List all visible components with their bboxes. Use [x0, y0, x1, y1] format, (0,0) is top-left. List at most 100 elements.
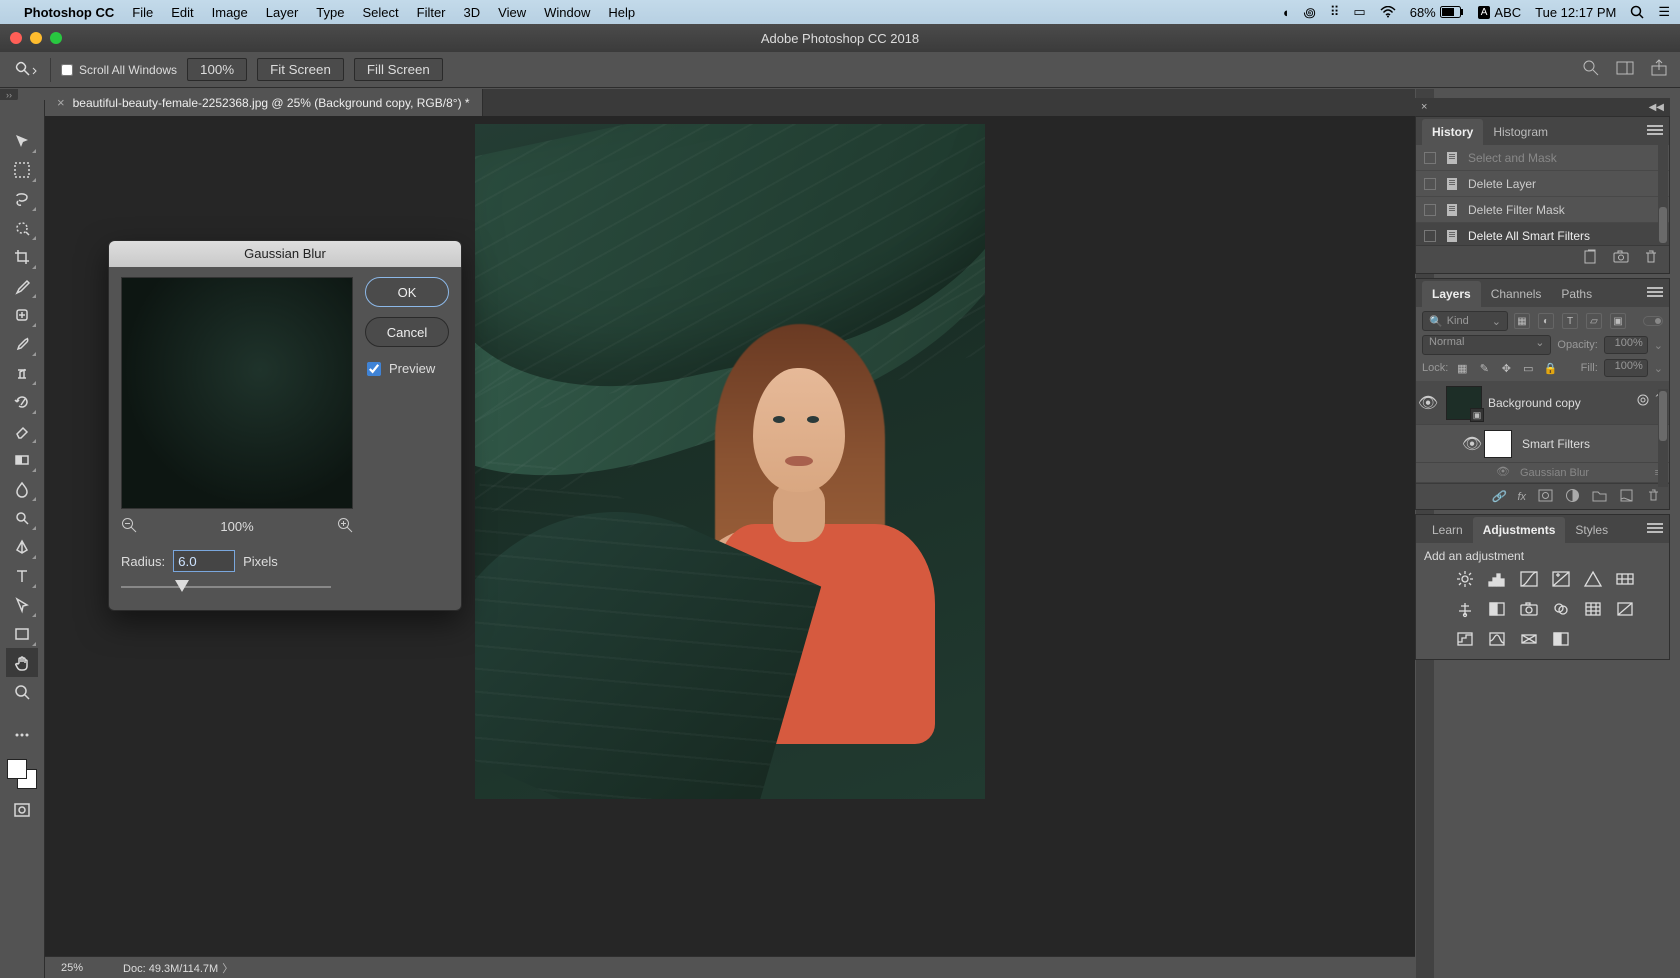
statusbar-wifi-icon[interactable] — [1380, 6, 1396, 18]
adj-invert-icon[interactable] — [1614, 599, 1636, 619]
smart-filter-entry[interactable]: 👁 Gaussian Blur ≡ — [1416, 463, 1669, 483]
dodge-tool[interactable] — [6, 503, 38, 532]
history-item[interactable]: Delete Layer — [1416, 171, 1669, 197]
adj-vibrance-icon[interactable] — [1582, 569, 1604, 589]
adj-hue-icon[interactable] — [1614, 569, 1636, 589]
radius-input[interactable] — [173, 550, 235, 572]
menu-window[interactable]: Window — [544, 5, 590, 20]
adj-threshold-icon[interactable] — [1486, 629, 1508, 649]
history-brush-source-checkbox[interactable] — [1424, 152, 1436, 164]
brush-tool[interactable] — [6, 329, 38, 358]
layer-mask-icon[interactable] — [1538, 488, 1553, 506]
cancel-button[interactable]: Cancel — [365, 317, 449, 347]
lasso-tool[interactable] — [6, 184, 38, 213]
panel-menu-icon[interactable] — [1647, 123, 1663, 135]
delete-layer-icon[interactable] — [1646, 488, 1661, 506]
history-snapshot-icon[interactable] — [1613, 249, 1629, 270]
adj-posterize-icon[interactable] — [1454, 629, 1476, 649]
share-icon[interactable] — [1650, 59, 1668, 80]
new-layer-icon[interactable] — [1619, 488, 1634, 506]
filter-smart-icon[interactable]: ▣ — [1610, 313, 1626, 329]
document-tab-close-icon[interactable]: × — [57, 95, 65, 110]
healing-brush-tool[interactable] — [6, 300, 38, 329]
gradient-tool[interactable] — [6, 445, 38, 474]
layer-fx-icon[interactable]: fx — [1517, 491, 1526, 503]
tab-styles[interactable]: Styles — [1565, 517, 1618, 543]
preview-checkbox[interactable]: Preview — [367, 361, 449, 376]
blur-tool[interactable] — [6, 474, 38, 503]
statusbar-battery[interactable]: 68% — [1410, 5, 1464, 20]
menu-view[interactable]: View — [498, 5, 526, 20]
adj-levels-icon[interactable] — [1486, 569, 1508, 589]
link-layers-icon[interactable]: 🔗 — [1492, 490, 1506, 503]
tab-paths[interactable]: Paths — [1551, 281, 1602, 307]
smart-filters-visibility-toggle[interactable]: 👁 — [1460, 434, 1484, 454]
filter-type-icon[interactable]: T — [1562, 313, 1578, 329]
smart-filters-row[interactable]: 👁 Smart Filters — [1416, 425, 1669, 463]
history-scrollbar[interactable] — [1658, 145, 1668, 245]
eyedropper-tool[interactable] — [6, 271, 38, 300]
menu-type[interactable]: Type — [316, 5, 344, 20]
tab-channels[interactable]: Channels — [1481, 281, 1552, 307]
layer-thumbnail[interactable]: ▣ — [1446, 386, 1482, 420]
search-icon[interactable] — [1582, 59, 1600, 80]
lock-transparent-icon[interactable]: ▦ — [1454, 360, 1470, 376]
adj-photo-filter-icon[interactable] — [1518, 599, 1540, 619]
crop-tool[interactable] — [6, 242, 38, 271]
statusbar-dropbox-icon[interactable]: ⠿ — [1330, 4, 1340, 20]
tab-history[interactable]: History — [1422, 119, 1483, 145]
preview-zoom-out-icon[interactable] — [121, 517, 137, 536]
menu-select[interactable]: Select — [362, 5, 398, 20]
filter-shape-icon[interactable]: ▱ — [1586, 313, 1602, 329]
radius-slider[interactable] — [121, 580, 331, 594]
layer-filter-toggle[interactable] — [1643, 316, 1663, 326]
fit-screen-button[interactable]: Fit Screen — [257, 58, 344, 81]
history-brush-source-checkbox[interactable] — [1424, 204, 1436, 216]
tool-preset-picker[interactable] — [12, 58, 40, 82]
new-group-icon[interactable] — [1592, 488, 1607, 506]
marquee-tool[interactable] — [6, 155, 38, 184]
history-trash-icon[interactable] — [1643, 249, 1659, 270]
eraser-tool[interactable] — [6, 416, 38, 445]
panel-group-collapse-icon[interactable]: ◀◀ — [1649, 102, 1664, 113]
statusbar-spotlight-icon[interactable] — [1630, 5, 1644, 19]
history-new-doc-icon[interactable] — [1583, 249, 1599, 270]
document-tab[interactable]: × beautiful-beauty-female-2252368.jpg @ … — [45, 89, 483, 116]
history-item[interactable]: Select and Mask — [1416, 145, 1669, 171]
menu-help[interactable]: Help — [608, 5, 635, 20]
adj-bw-icon[interactable] — [1486, 599, 1508, 619]
adj-channel-mixer-icon[interactable] — [1550, 599, 1572, 619]
color-swatches[interactable] — [7, 759, 37, 789]
lock-position-icon[interactable]: ✥ — [1498, 360, 1514, 376]
statusbar-clock[interactable]: Tue 12:17 PM — [1535, 5, 1616, 20]
filter-pixel-icon[interactable]: ▦ — [1514, 313, 1530, 329]
menu-layer[interactable]: Layer — [266, 5, 299, 20]
menu-image[interactable]: Image — [212, 5, 248, 20]
statusbar-input-source[interactable]: AABC — [1478, 5, 1521, 20]
type-tool[interactable] — [6, 561, 38, 590]
app-menu[interactable]: Photoshop CC — [24, 5, 114, 20]
adj-brightness-icon[interactable] — [1454, 569, 1476, 589]
menu-filter[interactable]: Filter — [417, 5, 446, 20]
pen-tool[interactable] — [6, 532, 38, 561]
lock-artboard-icon[interactable]: ▭ — [1520, 360, 1536, 376]
panel-group-close-icon[interactable]: × — [1421, 101, 1427, 113]
statusbar-airplay-icon[interactable]: ▭ — [1353, 4, 1365, 20]
path-select-tool[interactable] — [6, 590, 38, 619]
layer-filter-kind[interactable]: 🔍 Kind⌄ — [1422, 311, 1508, 331]
history-brush-source-checkbox[interactable] — [1424, 230, 1436, 242]
history-item[interactable]: Delete Filter Mask — [1416, 197, 1669, 223]
adj-selective-color-icon[interactable] — [1550, 629, 1572, 649]
menu-3d[interactable]: 3D — [464, 5, 481, 20]
statusbar-cc-icon[interactable]: ꩜ — [1304, 2, 1316, 22]
history-item[interactable]: Delete All Smart Filters — [1416, 223, 1669, 245]
layer-visibility-toggle[interactable]: 👁 — [1416, 393, 1440, 413]
hand-tool[interactable] — [6, 648, 38, 677]
fill-input[interactable]: 100% — [1604, 359, 1648, 377]
tab-layers[interactable]: Layers — [1422, 281, 1481, 307]
adj-gradient-map-icon[interactable] — [1518, 629, 1540, 649]
adjustment-layer-icon[interactable] — [1565, 488, 1580, 506]
status-zoom[interactable]: 25% — [61, 962, 83, 974]
filter-visibility-icon[interactable]: 👁 — [1496, 465, 1512, 481]
smart-filters-mask-thumbnail[interactable] — [1484, 430, 1512, 458]
